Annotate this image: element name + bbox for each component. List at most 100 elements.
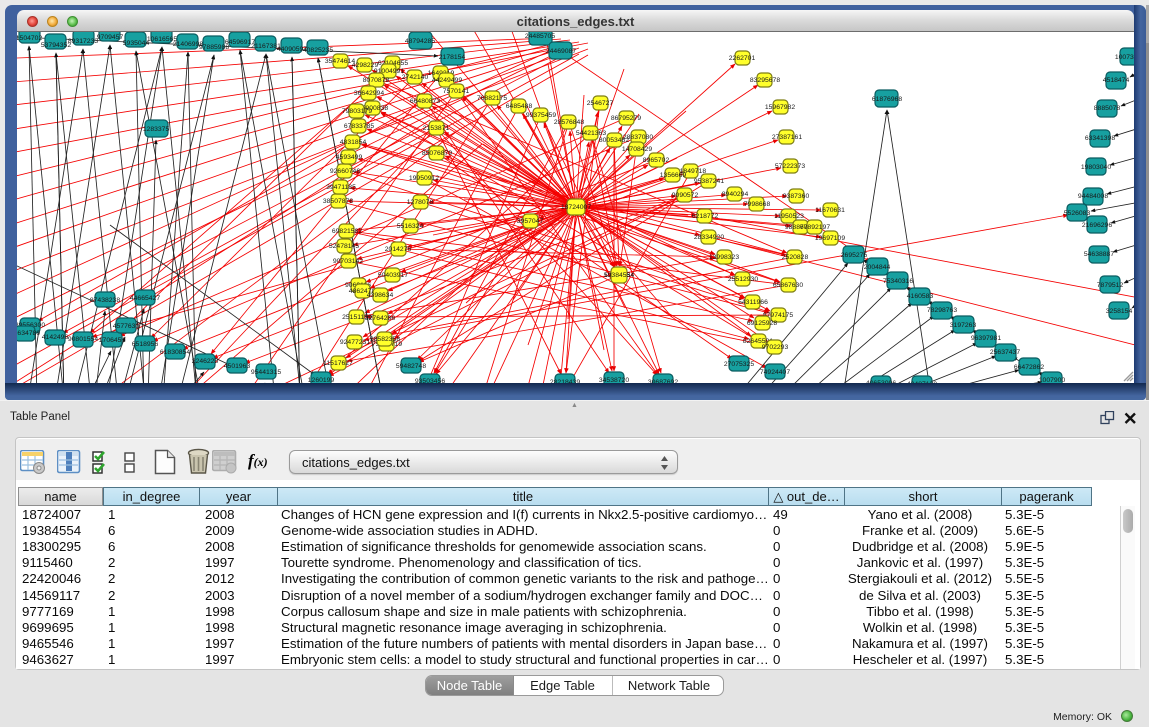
svg-text:27075325: 27075325 bbox=[724, 361, 754, 368]
svg-text:4160583: 4160583 bbox=[907, 293, 934, 300]
svg-text:4518474: 4518474 bbox=[1103, 77, 1130, 84]
svg-text:30687692: 30687692 bbox=[648, 379, 678, 383]
svg-text:13998323: 13998323 bbox=[709, 254, 739, 261]
svg-text:27387161: 27387161 bbox=[772, 134, 802, 141]
svg-text:1007900: 1007900 bbox=[1039, 377, 1066, 383]
svg-text:4501963: 4501963 bbox=[224, 363, 251, 370]
svg-text:28334920: 28334920 bbox=[694, 234, 724, 241]
svg-text:44249499: 44249499 bbox=[432, 77, 462, 84]
svg-text:39471185: 39471185 bbox=[326, 184, 356, 191]
svg-text:99375459: 99375459 bbox=[526, 112, 556, 119]
svg-text:90703142: 90703142 bbox=[333, 258, 363, 265]
svg-text:35474614: 35474614 bbox=[325, 58, 355, 65]
svg-text:66472862: 66472862 bbox=[1014, 364, 1044, 371]
svg-text:6218772: 6218772 bbox=[692, 213, 719, 220]
svg-text:92477231: 92477231 bbox=[340, 339, 370, 346]
svg-text:40825235: 40825235 bbox=[303, 47, 333, 54]
svg-text:60892197: 60892197 bbox=[800, 224, 830, 231]
svg-text:18724007: 18724007 bbox=[561, 204, 591, 211]
svg-text:25512930: 25512930 bbox=[728, 276, 758, 283]
svg-text:6485488: 6485488 bbox=[506, 103, 533, 110]
svg-text:8965702: 8965702 bbox=[643, 157, 670, 164]
svg-text:7879512: 7879512 bbox=[1097, 282, 1124, 289]
svg-text:7570141: 7570141 bbox=[443, 88, 470, 95]
svg-text:28218439: 28218439 bbox=[550, 379, 580, 383]
svg-text:59482748: 59482748 bbox=[396, 363, 426, 370]
svg-text:1504702: 1504702 bbox=[17, 35, 42, 42]
svg-text:11950523: 11950523 bbox=[774, 213, 804, 220]
svg-text:95387241: 95387241 bbox=[694, 178, 724, 185]
svg-text:10073140: 10073140 bbox=[1115, 54, 1134, 61]
svg-text:2546727: 2546727 bbox=[587, 100, 614, 107]
svg-text:90801554: 90801554 bbox=[68, 336, 98, 343]
svg-text:67833785: 67833785 bbox=[344, 123, 374, 130]
svg-text:24485705: 24485705 bbox=[525, 33, 555, 40]
svg-text:2004844: 2004844 bbox=[864, 264, 891, 271]
svg-text:1260199: 1260199 bbox=[308, 377, 335, 383]
svg-text:43487130: 43487130 bbox=[907, 381, 937, 383]
svg-text:89317233: 89317233 bbox=[68, 38, 98, 45]
svg-text:4142496: 4142496 bbox=[42, 334, 69, 341]
svg-text:96397981: 96397981 bbox=[971, 335, 1001, 342]
svg-text:54311966: 54311966 bbox=[738, 299, 768, 306]
svg-text:38507878: 38507878 bbox=[323, 198, 353, 205]
svg-text:36642994: 36642994 bbox=[354, 90, 384, 97]
svg-text:94484008: 94484008 bbox=[1078, 193, 1108, 200]
svg-text:75340316: 75340316 bbox=[883, 278, 913, 285]
svg-text:1706451: 1706451 bbox=[99, 337, 126, 344]
svg-text:69125928: 69125928 bbox=[747, 320, 777, 327]
svg-text:95441315: 95441315 bbox=[251, 369, 281, 376]
svg-text:14708429: 14708429 bbox=[622, 146, 652, 153]
svg-text:65867630: 65867630 bbox=[773, 282, 803, 289]
svg-text:3957047: 3957047 bbox=[517, 218, 544, 225]
svg-text:57222373: 57222373 bbox=[775, 163, 805, 170]
svg-text:3197263: 3197263 bbox=[950, 322, 977, 329]
svg-text:52478145: 52478145 bbox=[329, 243, 359, 250]
svg-text:19803040: 19803040 bbox=[1081, 164, 1111, 171]
svg-text:2262701: 2262701 bbox=[729, 55, 756, 62]
svg-text:9709457: 9709457 bbox=[97, 34, 124, 41]
svg-text:9090572: 9090572 bbox=[672, 192, 699, 199]
svg-text:8885078: 8885078 bbox=[1094, 105, 1121, 112]
svg-text:9387360: 9387360 bbox=[783, 193, 810, 200]
svg-text:28576848: 28576848 bbox=[554, 119, 584, 126]
svg-text:11670631: 11670631 bbox=[815, 207, 845, 214]
svg-text:19950912: 19950912 bbox=[409, 175, 439, 182]
svg-text:79803179: 79803179 bbox=[342, 108, 372, 115]
svg-text:1283375: 1283375 bbox=[143, 126, 170, 133]
svg-text:5935044: 5935044 bbox=[123, 40, 150, 47]
svg-text:25637437: 25637437 bbox=[990, 349, 1020, 356]
svg-text:63341398: 63341398 bbox=[1085, 135, 1115, 142]
svg-text:54638887: 54638887 bbox=[1084, 251, 1114, 258]
svg-text:32764286: 32764286 bbox=[365, 315, 395, 322]
svg-text:76882175: 76882175 bbox=[477, 95, 507, 102]
svg-text:87438238: 87438238 bbox=[90, 297, 120, 304]
svg-text:44665427: 44665427 bbox=[130, 295, 160, 302]
svg-text:15967982: 15967982 bbox=[765, 104, 795, 111]
svg-text:24469087: 24469087 bbox=[546, 48, 576, 55]
svg-text:4593499: 4593499 bbox=[336, 154, 363, 161]
svg-text:8070878: 8070878 bbox=[363, 77, 390, 84]
svg-text:5526083: 5526083 bbox=[1064, 210, 1091, 217]
svg-text:7998668: 7998668 bbox=[744, 201, 771, 208]
svg-text:1278078: 1278078 bbox=[407, 199, 434, 206]
svg-text:98582358: 98582358 bbox=[370, 336, 400, 343]
svg-text:3258154: 3258154 bbox=[1106, 308, 1133, 315]
svg-text:93503456: 93503456 bbox=[415, 378, 445, 383]
svg-text:4398634: 4398634 bbox=[367, 292, 394, 299]
svg-text:19697109: 19697109 bbox=[815, 235, 845, 242]
svg-text:53794352: 53794352 bbox=[41, 42, 71, 49]
svg-text:1356669: 1356669 bbox=[660, 172, 687, 179]
svg-text:2153871: 2153871 bbox=[423, 125, 450, 132]
svg-text:86795279: 86795279 bbox=[611, 115, 641, 122]
svg-text:21696296: 21696296 bbox=[1082, 222, 1112, 229]
svg-text:4831854: 4831854 bbox=[340, 139, 367, 146]
svg-text:83295678: 83295678 bbox=[750, 77, 780, 84]
svg-text:54421363: 54421363 bbox=[576, 130, 606, 137]
svg-text:48794285: 48794285 bbox=[405, 38, 435, 45]
svg-text:8940294: 8940294 bbox=[722, 191, 749, 198]
svg-text:6518956: 6518956 bbox=[132, 341, 159, 348]
svg-text:66480873: 66480873 bbox=[410, 98, 440, 105]
svg-text:19384554: 19384554 bbox=[604, 272, 634, 279]
svg-text:61876968: 61876968 bbox=[872, 96, 902, 103]
